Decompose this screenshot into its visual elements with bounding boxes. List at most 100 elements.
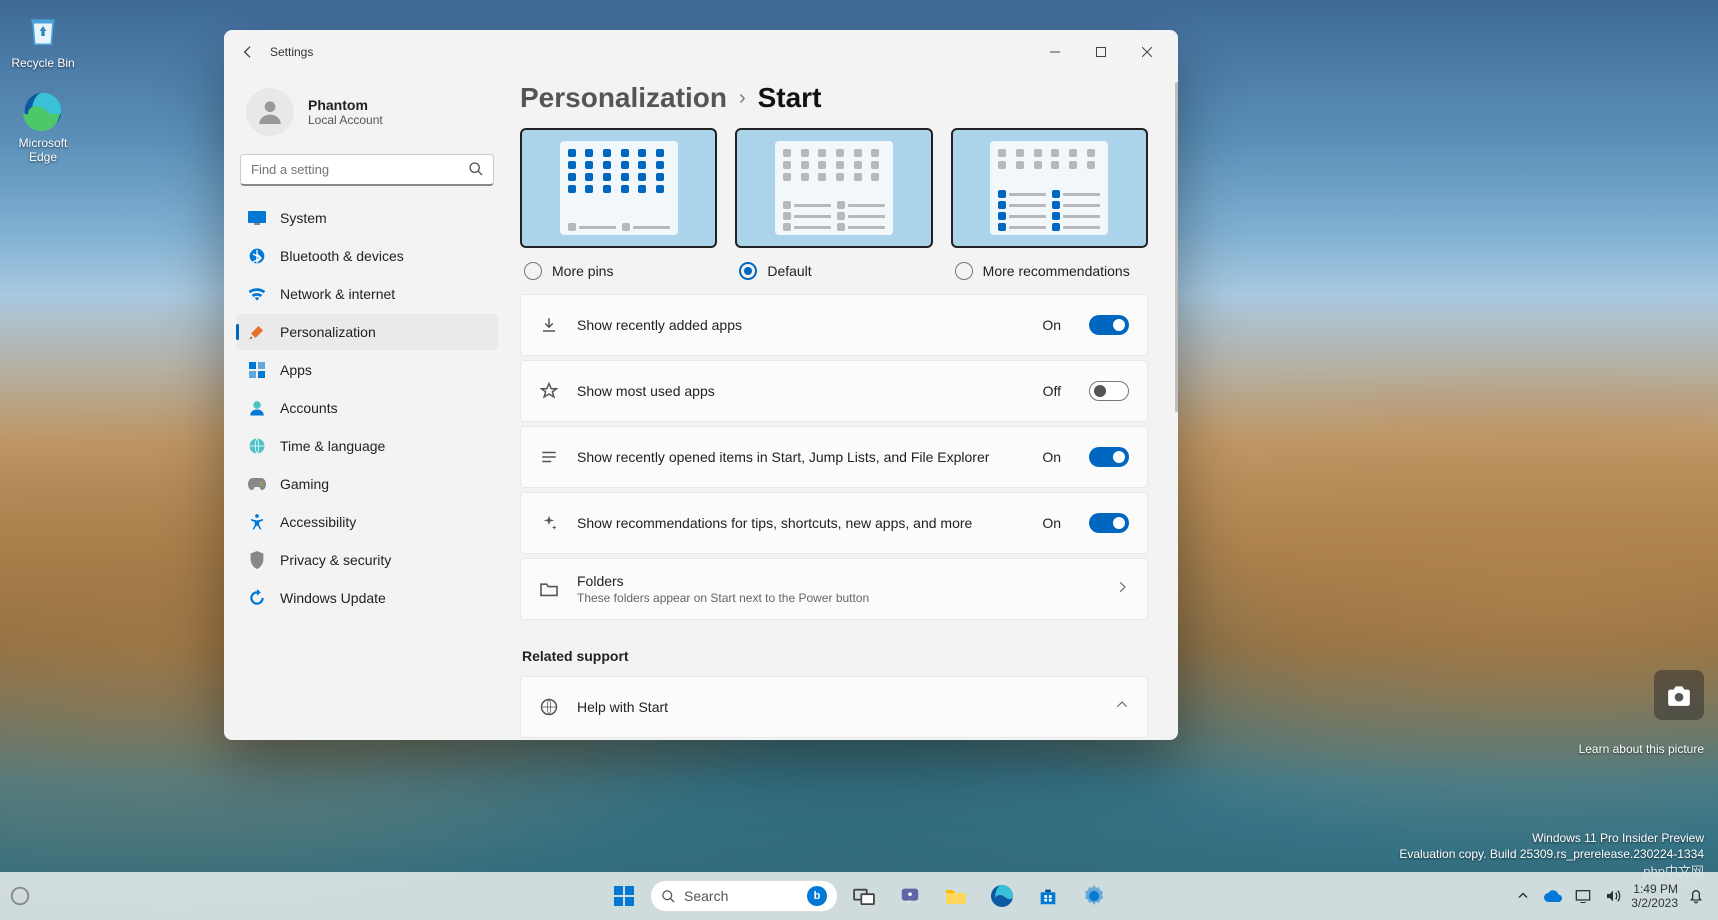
toggle-switch[interactable]: [1089, 447, 1129, 467]
nav-item-bluetooth[interactable]: Bluetooth & devices: [236, 238, 498, 274]
spotlight-camera-widget[interactable]: [1654, 670, 1704, 720]
nav-item-network[interactable]: Network & internet: [236, 276, 498, 312]
notifications-icon[interactable]: [1684, 882, 1708, 910]
nav-item-apps[interactable]: Apps: [236, 352, 498, 388]
nav-item-time-language[interactable]: Time & language: [236, 428, 498, 464]
scrollbar[interactable]: [1175, 82, 1178, 412]
maximize-button[interactable]: [1078, 36, 1124, 68]
setting-folders[interactable]: Folders These folders appear on Start ne…: [520, 558, 1148, 620]
breadcrumb-parent[interactable]: Personalization: [520, 82, 727, 114]
search-input[interactable]: [240, 154, 494, 186]
search-placeholder: Search: [684, 888, 728, 904]
edge-icon: [22, 90, 64, 132]
back-button[interactable]: [232, 36, 264, 68]
nav-item-privacy[interactable]: Privacy & security: [236, 542, 498, 578]
nav-label: Accessibility: [280, 514, 356, 530]
network-tray-icon[interactable]: [1571, 882, 1595, 910]
breadcrumb-current: Start: [758, 82, 822, 114]
nav-item-gaming[interactable]: Gaming: [236, 466, 498, 502]
setting-recommendations[interactable]: Show recommendations for tips, shortcuts…: [520, 492, 1148, 554]
paintbrush-icon: [248, 323, 266, 341]
related-support-heading: Related support: [522, 648, 1148, 664]
clock[interactable]: 1:49 PM 3/2/2023: [1631, 882, 1678, 911]
folder-icon: [539, 581, 559, 597]
toggle-switch[interactable]: [1089, 315, 1129, 335]
setting-recently-opened[interactable]: Show recently opened items in Start, Jum…: [520, 426, 1148, 488]
radio-button[interactable]: [955, 262, 973, 280]
setting-subtitle: These folders appear on Start next to th…: [577, 591, 1097, 605]
toggle-state: On: [1042, 449, 1061, 465]
breadcrumb: Personalization › Start: [520, 82, 1148, 114]
taskbar-chat[interactable]: [890, 876, 930, 916]
update-icon: [248, 589, 266, 607]
layout-option-more-recommendations[interactable]: More recommendations: [951, 128, 1148, 280]
accounts-icon: [248, 399, 266, 417]
desktop-icon-edge[interactable]: Microsoft Edge: [8, 90, 78, 164]
setting-label: Show most used apps: [577, 383, 1025, 399]
nav-label: Time & language: [280, 438, 385, 454]
layout-label: Default: [767, 263, 811, 279]
globe-clock-icon: [248, 437, 266, 455]
toggle-state: Off: [1043, 383, 1061, 399]
widgets-button[interactable]: [0, 876, 40, 916]
setting-recently-added[interactable]: Show recently added apps On: [520, 294, 1148, 356]
user-account-row[interactable]: Phantom Local Account: [236, 74, 498, 154]
user-account-type: Local Account: [308, 113, 383, 127]
learn-about-picture[interactable]: Learn about this picture: [1579, 742, 1704, 756]
search-box[interactable]: [240, 154, 494, 186]
maximize-icon: [1096, 47, 1106, 57]
content-pane[interactable]: Personalization › Start: [510, 74, 1178, 740]
taskbar-store[interactable]: [1028, 876, 1068, 916]
sparkle-icon: [539, 514, 559, 532]
nav-item-windows-update[interactable]: Windows Update: [236, 580, 498, 616]
system-icon: [248, 209, 266, 227]
desktop-icons: Recycle Bin Microsoft Edge: [8, 10, 78, 164]
nav-item-accessibility[interactable]: Accessibility: [236, 504, 498, 540]
taskbar-search[interactable]: Search b: [650, 880, 838, 912]
help-with-start[interactable]: Help with Start: [520, 676, 1148, 738]
toggle-state: On: [1042, 317, 1061, 333]
volume-icon[interactable]: [1601, 882, 1625, 910]
toggle-switch[interactable]: [1089, 381, 1129, 401]
person-icon: [254, 96, 286, 128]
nav-item-accounts[interactable]: Accounts: [236, 390, 498, 426]
taskbar-center: Search b: [604, 876, 1114, 916]
tray-chevron-icon[interactable]: [1511, 882, 1535, 910]
toggle-switch[interactable]: [1089, 513, 1129, 533]
setting-most-used[interactable]: Show most used apps Off: [520, 360, 1148, 422]
taskbar-settings[interactable]: [1074, 876, 1114, 916]
taskbar-explorer[interactable]: [936, 876, 976, 916]
system-tray[interactable]: 1:49 PM 3/2/2023: [1511, 882, 1718, 911]
sidebar: Phantom Local Account System Bluetooth &…: [224, 74, 510, 740]
layout-label: More pins: [552, 263, 613, 279]
start-button[interactable]: [604, 876, 644, 916]
layout-option-more-pins[interactable]: More pins: [520, 128, 717, 280]
close-button[interactable]: [1124, 36, 1170, 68]
chevron-right-icon: ›: [739, 87, 746, 110]
window-controls: [1032, 36, 1170, 68]
desktop-icon-recycle-bin[interactable]: Recycle Bin: [8, 10, 78, 70]
clock-date: 3/2/2023: [1631, 896, 1678, 910]
globe-icon: [539, 698, 559, 716]
titlebar[interactable]: Settings: [224, 30, 1178, 74]
radio-button[interactable]: [739, 262, 757, 280]
layout-option-default[interactable]: Default: [735, 128, 932, 280]
task-view-button[interactable]: [844, 876, 884, 916]
clock-time: 1:49 PM: [1631, 882, 1678, 896]
gear-icon: [1082, 884, 1106, 908]
nav-label: System: [280, 210, 327, 226]
taskbar[interactable]: Search b 1:49 PM 3/2/2023: [0, 872, 1718, 920]
task-view-icon: [853, 887, 875, 905]
settings-window: Settings Phantom Local Account: [224, 30, 1178, 740]
minimize-button[interactable]: [1032, 36, 1078, 68]
desktop-icon-label: Recycle Bin: [11, 56, 74, 70]
taskbar-edge[interactable]: [982, 876, 1022, 916]
help-label: Help with Start: [577, 699, 1097, 715]
nav-label: Windows Update: [280, 590, 386, 606]
nav-item-system[interactable]: System: [236, 200, 498, 236]
user-name: Phantom: [308, 97, 383, 113]
nav-item-personalization[interactable]: Personalization: [236, 314, 498, 350]
radio-button[interactable]: [524, 262, 542, 280]
onedrive-icon[interactable]: [1541, 882, 1565, 910]
list-icon: [539, 450, 559, 464]
